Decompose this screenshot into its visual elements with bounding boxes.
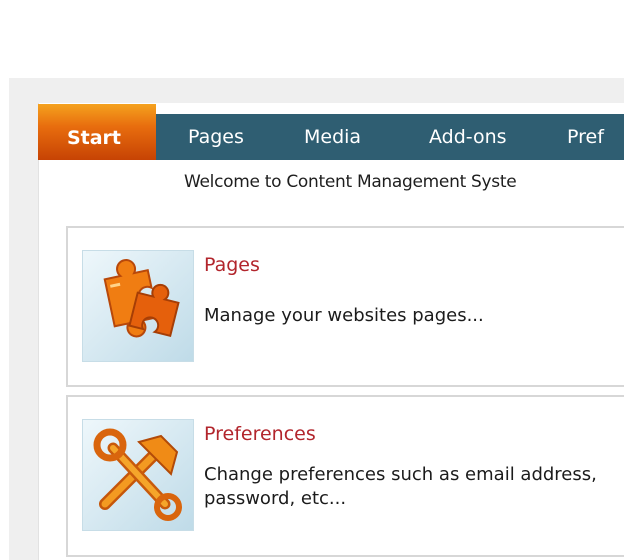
puzzle-icon[interactable] [82, 250, 194, 362]
pages-card-title[interactable]: Pages [204, 254, 260, 276]
preferences-card[interactable]: Preferences Change preferences such as e… [66, 395, 624, 557]
preferences-card-title[interactable]: Preferences [204, 423, 316, 445]
tools-icon[interactable] [82, 419, 194, 531]
preferences-card-description: Change preferences such as email address… [204, 464, 597, 509]
welcome-message: Welcome to Content Management Syste [184, 172, 517, 192]
tab-preferences[interactable]: Pref [567, 114, 604, 160]
tab-start[interactable]: Start [38, 104, 156, 160]
pages-card-description: Manage your websites pages... [204, 305, 484, 326]
tab-media[interactable]: Media [304, 114, 361, 160]
tab-pages[interactable]: Pages [188, 114, 244, 160]
pages-card[interactable]: Pages Manage your websites pages... [66, 226, 624, 387]
tab-add-ons[interactable]: Add-ons [429, 114, 507, 160]
